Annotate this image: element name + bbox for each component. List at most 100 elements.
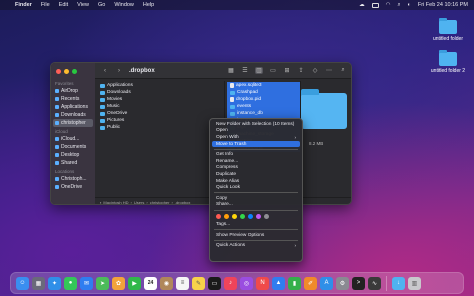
path-item[interactable]: Macintosh HD xyxy=(103,200,128,205)
menu-item-quick-actions[interactable]: Quick Actions › xyxy=(212,242,300,249)
sidebar-item-documents[interactable]: Documents xyxy=(51,143,95,151)
reminders-icon[interactable]: ≡ xyxy=(176,276,189,290)
tag-gray-icon[interactable] xyxy=(264,214,269,220)
forward-arrow-icon[interactable]: › xyxy=(115,68,123,74)
sidebar-item-recents[interactable]: Recents xyxy=(51,95,95,103)
desktop-folder[interactable]: untitled folder 2 xyxy=(426,50,470,74)
minimize-window-button[interactable] xyxy=(64,69,69,74)
sidebar-item-onedrive[interactable]: OneDrive xyxy=(51,183,95,191)
tag-green-icon[interactable] xyxy=(240,214,245,220)
tag-orange-icon[interactable] xyxy=(224,214,229,220)
close-window-button[interactable] xyxy=(56,69,61,74)
control-center-icon[interactable]: ◐ xyxy=(408,2,411,8)
list-item[interactable]: OneDrive xyxy=(97,110,224,117)
menu-item-show-preview-options[interactable]: Show Preview Options xyxy=(212,232,300,239)
column-view-icon[interactable]: ▥ xyxy=(255,67,263,74)
list-item[interactable]: Movies xyxy=(97,96,224,103)
menu-edit[interactable]: Edit xyxy=(59,2,68,8)
group-icon[interactable]: ⊞ xyxy=(283,67,291,74)
sidebar-item-applications[interactable]: Applications xyxy=(51,103,95,111)
path-item[interactable]: christopher xyxy=(150,200,170,205)
messages-icon[interactable]: ● xyxy=(64,276,77,290)
keynote-icon[interactable]: ▲ xyxy=(272,276,285,290)
list-item[interactable]: apex.sqlite3 xyxy=(227,82,300,89)
contacts-icon[interactable]: ◉ xyxy=(160,276,173,290)
menu-file[interactable]: File xyxy=(41,2,50,8)
menu-item-rename[interactable]: Rename... xyxy=(212,158,300,165)
list-item[interactable]: Applications xyxy=(97,82,224,89)
tag-yellow-icon[interactable] xyxy=(232,214,237,220)
sidebar-item-home[interactable]: christopher xyxy=(53,119,93,127)
list-item[interactable]: dropbox.pid xyxy=(227,96,300,103)
list-item[interactable]: events xyxy=(227,103,300,110)
list-item[interactable]: Public xyxy=(97,124,224,131)
sidebar-item-icloud-drive[interactable]: iCloud... xyxy=(51,135,95,143)
menu-item-new-folder-with-selection[interactable]: New Folder with Selection (10 Items) xyxy=(212,121,300,128)
cloud-status-icon[interactable]: ☁ xyxy=(359,2,365,8)
menu-item-share[interactable]: Share... xyxy=(212,202,300,209)
news-icon[interactable]: N xyxy=(256,276,269,290)
menu-window[interactable]: Window xyxy=(114,2,134,8)
search-icon[interactable]: ⌕ xyxy=(339,67,347,74)
menu-item-open-with[interactable]: Open With › xyxy=(212,134,300,141)
menu-go[interactable]: Go xyxy=(98,2,105,8)
sidebar-item-downloads[interactable]: Downloads xyxy=(51,111,95,119)
launchpad-icon[interactable]: ▦ xyxy=(32,276,45,290)
action-menu-icon[interactable]: ⋯ xyxy=(325,67,333,74)
music-icon[interactable]: ♪ xyxy=(224,276,237,290)
list-item[interactable]: instance_db xyxy=(227,110,300,117)
pages-icon[interactable]: ✐ xyxy=(304,276,317,290)
tag-icon[interactable]: ◇ xyxy=(311,67,319,74)
path-item[interactable]: Users xyxy=(134,200,144,205)
system-preferences-icon[interactable]: ⚙ xyxy=(336,276,349,290)
search-icon[interactable]: ⌕ xyxy=(397,2,400,9)
gallery-view-icon[interactable]: ▭ xyxy=(269,67,277,74)
wifi-icon[interactable]: ◠ xyxy=(386,2,391,8)
list-item[interactable]: Music xyxy=(97,103,224,110)
icon-view-icon[interactable]: ▦ xyxy=(227,67,235,74)
sidebar-item-desktop[interactable]: Desktop xyxy=(51,151,95,159)
safari-icon[interactable]: ✦ xyxy=(48,276,61,290)
mail-icon[interactable]: ✉ xyxy=(80,276,93,290)
menu-view[interactable]: View xyxy=(77,2,89,8)
tag-purple-icon[interactable] xyxy=(256,214,261,220)
menu-item-quick-look[interactable]: Quick Look xyxy=(212,184,300,191)
list-item[interactable]: Crashpad xyxy=(227,89,300,96)
menu-app-name[interactable]: Finder xyxy=(15,2,32,8)
photos-icon[interactable]: ✿ xyxy=(112,276,125,290)
menu-item-make-alias[interactable]: Make Alias xyxy=(212,178,300,185)
menu-item-move-to-trash[interactable]: Move to Trash xyxy=(212,140,300,148)
menu-item-open[interactable]: Open xyxy=(212,128,300,135)
back-arrow-icon[interactable]: ‹ xyxy=(101,68,109,74)
downloads-stack-icon[interactable]: ↓ xyxy=(392,276,405,290)
share-icon[interactable]: ⇪ xyxy=(297,67,305,74)
finder-icon[interactable]: ☺ xyxy=(16,276,29,290)
zoom-window-button[interactable] xyxy=(72,69,77,74)
maps-icon[interactable]: ➤ xyxy=(96,276,109,290)
tv-icon[interactable]: ▭ xyxy=(208,276,221,290)
podcasts-icon[interactable]: ◎ xyxy=(240,276,253,290)
activity-monitor-icon[interactable]: ∿ xyxy=(368,276,381,290)
tag-red-icon[interactable] xyxy=(216,214,221,220)
list-item[interactable]: Pictures xyxy=(97,117,224,124)
trash-icon[interactable]: ▥ xyxy=(408,276,421,290)
menu-help[interactable]: Help xyxy=(143,2,154,8)
list-view-icon[interactable]: ☰ xyxy=(241,67,249,74)
sidebar-item-airdrop[interactable]: AirDrop xyxy=(51,87,95,95)
terminal-icon[interactable]: > xyxy=(352,276,365,290)
menu-item-duplicate[interactable]: Duplicate xyxy=(212,171,300,178)
list-item[interactable]: Downloads xyxy=(97,89,224,96)
numbers-icon[interactable]: ▮ xyxy=(288,276,301,290)
facetime-icon[interactable]: ▶ xyxy=(128,276,141,290)
sidebar-item-computer[interactable]: Christoph... xyxy=(51,175,95,183)
menu-item-copy[interactable]: Copy xyxy=(212,195,300,202)
menu-item-get-info[interactable]: Get Info xyxy=(212,151,300,158)
menu-item-tags[interactable]: Tags... xyxy=(212,221,300,228)
sidebar-item-shared[interactable]: Shared xyxy=(51,159,95,167)
desktop-folder[interactable]: untitled folder xyxy=(428,18,468,42)
calendar-icon[interactable]: 24 xyxy=(144,276,157,290)
notes-icon[interactable]: ✎ xyxy=(192,276,205,290)
battery-icon[interactable] xyxy=(371,2,379,8)
tag-blue-icon[interactable] xyxy=(248,214,253,220)
app-store-icon[interactable]: A xyxy=(320,276,333,290)
